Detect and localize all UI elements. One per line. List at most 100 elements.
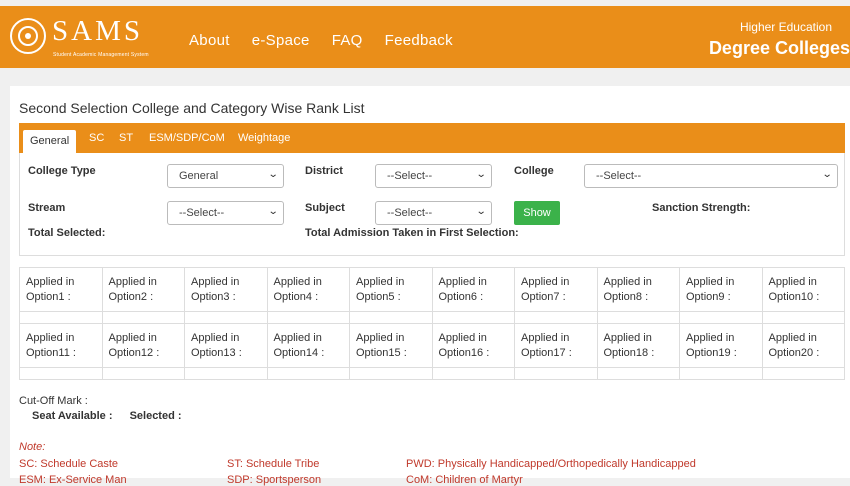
table-row [19,311,845,324]
cutoff-mark-label: Cut-Off Mark : [19,395,88,407]
value-cell [266,367,350,380]
option-cell: Applied in Option18 : [596,323,680,368]
tab-general[interactable]: General [23,130,77,153]
stream-value: --Select-- [179,207,225,219]
header-right: Higher Education Degree Colleges [709,20,850,59]
value-cell [101,311,185,324]
value-cell [19,311,103,324]
option-cell: Applied in Option5 : [349,267,433,312]
value-cell [101,367,185,380]
main-nav: About e-Space FAQ Feedback [189,32,453,49]
value-cell [679,311,763,324]
value-cell [349,367,433,380]
selected-label: Selected : [129,410,182,422]
district-select[interactable]: --Select-- ⌄ [375,164,492,188]
option-cell: Applied in Option20 : [761,323,845,368]
college-label: College [514,165,554,177]
table-row: Applied in Option11 : Applied in Option1… [19,323,845,368]
table-row [19,367,845,380]
district-value: --Select-- [387,170,433,182]
legend-st: ST: Schedule Tribe [227,458,320,470]
options-table: Applied in Option1 : Applied in Option2 … [19,267,845,380]
value-cell [679,367,763,380]
option-cell: Applied in Option13 : [184,323,268,368]
header-subtitle: Higher Education [739,20,832,34]
value-cell [596,311,680,324]
legend-sc: SC: Schedule Caste [19,458,119,470]
header-title: Degree Colleges [708,38,850,58]
chevron-down-icon: ⌄ [475,206,487,217]
option-cell: Applied in Option10 : [761,267,845,312]
value-cell [349,311,433,324]
option-cell: Applied in Option7 : [514,267,598,312]
option-cell: Applied in Option6 : [431,267,515,312]
content-card: Second Selection College and Category Wi… [10,86,850,486]
value-cell [184,367,268,380]
option-cell: Applied in Option15 : [349,323,433,368]
stream-label: Stream [28,202,66,214]
value-cell [431,311,515,324]
subject-select[interactable]: --Select-- ⌄ [375,201,492,225]
nav-feedback[interactable]: Feedback [385,32,453,49]
stream-select[interactable]: --Select-- ⌄ [167,201,284,225]
college-value: --Select-- [596,170,642,182]
logo-subtext: Student Academic Management System [53,52,149,58]
total-selected-label: Total Selected: [28,227,106,239]
value-cell [761,311,845,324]
option-cell: Applied in Option14 : [266,323,350,368]
college-type-select[interactable]: General ⌄ [167,164,284,188]
emblem-icon [10,18,46,54]
legend-com: CoM: Children of Martyr [406,474,523,486]
option-cell: Applied in Option19 : [679,323,763,368]
value-cell [19,367,103,380]
tab-weightage[interactable]: Weightage [238,132,290,144]
option-cell: Applied in Option1 : [19,267,103,312]
chevron-down-icon: ⌄ [267,169,279,180]
option-cell: Applied in Option9 : [679,267,763,312]
nav-about[interactable]: About [189,32,230,49]
show-button[interactable]: Show [514,201,560,225]
value-cell [514,367,598,380]
district-label: District [305,165,343,177]
value-cell [266,311,350,324]
legend-pwd: PWD: Physically Handicapped/Orthopedical… [406,458,696,470]
chevron-down-icon: ⌄ [267,206,279,217]
college-select[interactable]: --Select-- ⌄ [584,164,838,188]
seat-available-label: Seat Available : [32,410,113,422]
option-cell: Applied in Option2 : [101,267,185,312]
subject-label: Subject [305,202,345,214]
value-cell [184,311,268,324]
tab-sc[interactable]: SC [89,132,104,144]
option-cell: Applied in Option3 : [184,267,268,312]
tab-esm-sdp-com[interactable]: ESM/SDP/CoM [149,132,225,144]
value-cell [431,367,515,380]
chevron-down-icon: ⌄ [821,169,833,180]
logo-text[interactable]: SAMS [52,16,143,46]
legend-esm: ESM: Ex-Service Man [19,474,127,486]
value-cell [514,311,598,324]
category-tabs: General SC ST ESM/SDP/CoM Weightage [19,123,845,153]
option-cell: Applied in Option8 : [596,267,680,312]
tab-st[interactable]: ST [119,132,133,144]
option-cell: Applied in Option11 : [19,323,103,368]
option-cell: Applied in Option17 : [514,323,598,368]
note-title: Note: [19,441,46,453]
value-cell [596,367,680,380]
value-cell [761,367,845,380]
option-cell: Applied in Option12 : [101,323,185,368]
total-admission-label: Total Admission Taken in First Selection… [305,227,519,239]
table-row: Applied in Option1 : Applied in Option2 … [19,267,845,312]
seat-summary: Seat Available : Selected : [32,410,196,422]
site-header: SAMS Student Academic Management System … [0,6,850,68]
option-cell: Applied in Option16 : [431,323,515,368]
nav-e-space[interactable]: e-Space [252,32,310,49]
legend-sdp: SDP: Sportsperson [227,474,322,486]
sanction-strength-label: Sanction Strength: [652,202,751,214]
college-type-label: College Type [28,165,96,177]
page-title: Second Selection College and Category Wi… [19,100,365,116]
nav-faq[interactable]: FAQ [332,32,363,49]
college-type-value: General [179,170,219,182]
subject-value: --Select-- [387,207,433,219]
option-cell: Applied in Option4 : [266,267,350,312]
filter-panel: College Type General ⌄ District --Select… [19,153,845,256]
